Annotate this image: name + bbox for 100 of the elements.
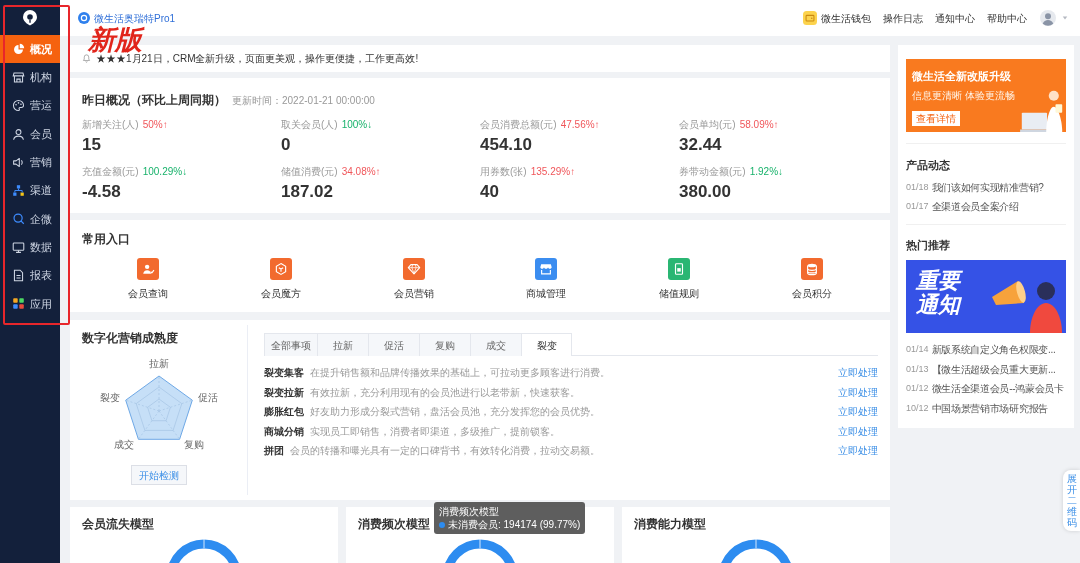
- metric-label: 会员消费总额(元): [480, 117, 557, 132]
- logo-icon: [78, 12, 90, 24]
- tab[interactable]: 复购: [419, 333, 470, 356]
- metric-change: 135.29%↑: [530, 164, 576, 179]
- action-link[interactable]: 立即处理: [838, 365, 878, 381]
- task-description: 在提升销售额和品牌传播效果的基础上，可拉动更多顾客进行消费。: [310, 366, 610, 381]
- store-icon: [12, 70, 25, 84]
- wallet-icon: [803, 11, 817, 25]
- task-name: 商城分销: [264, 424, 304, 439]
- section-title: 消费频次模型: [358, 516, 430, 533]
- news-date: 01/14: [906, 343, 929, 356]
- metric-value: 380.00: [679, 181, 731, 204]
- section-title: 热门推荐: [906, 237, 950, 253]
- news-date: 01/17: [906, 199, 929, 213]
- action-link[interactable]: 立即处理: [838, 384, 878, 400]
- axis-label: 促活: [197, 392, 218, 403]
- pie-chart-icon: [12, 42, 25, 56]
- section-title: 数字化营销成熟度: [82, 330, 178, 347]
- brand-name: 微生活奥瑞特Pro1: [94, 11, 176, 26]
- news-date: 01/18: [906, 180, 929, 194]
- nav-link[interactable]: 通知中心: [935, 10, 975, 26]
- sidebar-item[interactable]: 营销: [0, 148, 60, 177]
- action-link[interactable]: 立即处理: [838, 404, 878, 420]
- tab[interactable]: 成交: [470, 333, 521, 356]
- metric-value: 32.44: [679, 134, 722, 157]
- section-title: 消费能力模型: [634, 516, 706, 533]
- task-description: 实现员工即销售，消费者即渠道，多级推广，提前锁客。: [310, 424, 560, 439]
- sidebar-item[interactable]: 机构: [0, 63, 60, 92]
- avatar-icon[interactable]: [1040, 10, 1056, 26]
- metric-label: 新增关注(人): [82, 117, 139, 132]
- update-time: 更新时间：2022-01-21 00:00:00: [232, 93, 375, 108]
- news-date: 10/12: [906, 401, 929, 415]
- metric-value: 454.10: [480, 134, 532, 157]
- shortcut-button[interactable]: 商城管理: [526, 258, 567, 302]
- metric-change: 1.92%↓: [749, 164, 784, 179]
- logo-icon[interactable]: [22, 9, 38, 26]
- section-title: 会员流失模型: [82, 516, 154, 533]
- tab[interactable]: 裂变: [521, 333, 572, 356]
- task-name: 裂变拉新: [264, 385, 304, 400]
- task-name: 拼团: [264, 444, 284, 459]
- user-icon: [12, 127, 25, 141]
- banner-title: 微生活全新改版升级: [912, 69, 1011, 84]
- sidebar-item[interactable]: 企微: [0, 204, 60, 234]
- section-title: 昨日概况（环比上周同期）: [82, 92, 226, 109]
- search-icon: [12, 212, 25, 226]
- tab[interactable]: 促活: [368, 333, 419, 356]
- nav-link[interactable]: 微生活钱包: [803, 10, 871, 26]
- shortcut-button[interactable]: 储值规则: [659, 258, 699, 302]
- palette-icon: [12, 99, 25, 113]
- legend-dot-icon: [439, 521, 445, 528]
- sidebar-item[interactable]: 会员: [0, 119, 60, 149]
- metric-label: 取关会员(人): [281, 117, 338, 132]
- metric-value: 187.02: [281, 181, 333, 204]
- axis-label: 拉新: [148, 358, 169, 369]
- sidebar-item[interactable]: 数据: [0, 233, 60, 262]
- speaker-icon: [12, 155, 25, 169]
- metric-change: 34.08%↑: [341, 164, 381, 179]
- action-link[interactable]: 立即处理: [838, 443, 878, 459]
- metric-label: 用券数(张): [480, 164, 527, 179]
- metric-change: 100.29%↓: [142, 164, 188, 179]
- shortcut-button[interactable]: 会员积分: [791, 258, 832, 302]
- radar-area: [124, 375, 193, 440]
- news-link[interactable]: 我们该如何实现精准营销?: [931, 180, 1044, 195]
- news-link[interactable]: 微生活全渠道会员--鸿蒙会员卡: [931, 381, 1064, 397]
- tooltip-title: 消费频次模型: [439, 505, 500, 518]
- nav-link[interactable]: 帮助中心: [987, 10, 1027, 26]
- action-link[interactable]: 立即处理: [838, 423, 878, 439]
- sidebar-item[interactable]: 报表: [0, 261, 60, 290]
- task-description: 有效拉新，充分利用现有的会员池进行以老带新，快速获客。: [310, 385, 580, 400]
- tab[interactable]: 全部事项: [264, 333, 317, 356]
- metric-label: 充值金额(元): [82, 164, 139, 179]
- news-link[interactable]: 新版系统自定义角色权限变...: [931, 342, 1056, 358]
- metric-label: 储值消费(元): [281, 164, 338, 179]
- news-date: 01/13: [906, 362, 929, 376]
- metric-change: 47.56%↑: [560, 117, 600, 132]
- metric-value: 0: [281, 134, 291, 157]
- tab[interactable]: 拉新: [317, 333, 368, 356]
- bell-icon: [82, 54, 91, 63]
- metric-change: 100%↓: [341, 117, 373, 132]
- axis-label: 裂变: [99, 392, 120, 403]
- monitor-icon: [12, 240, 25, 254]
- metric-value: 40: [480, 181, 499, 204]
- metric-value: -4.58: [82, 181, 121, 204]
- sidebar-item[interactable]: 营运: [0, 91, 60, 120]
- shortcut-button[interactable]: 会员查询: [128, 258, 169, 302]
- news-link[interactable]: 全渠道会员全案介绍: [931, 199, 1019, 214]
- caret-icon[interactable]: [1062, 15, 1068, 21]
- banner-subtitle: 信息更清晰 体验更流畅: [912, 88, 1015, 103]
- sidebar-item[interactable]: 应用: [0, 289, 60, 318]
- nav-link[interactable]: 操作日志: [883, 10, 923, 26]
- news-date: 01/12: [906, 382, 929, 395]
- metric-change: 58.09%↑: [739, 117, 779, 132]
- news-link[interactable]: 【微生活超级会员重大更新...: [931, 361, 1056, 377]
- metric-label: 券带动金额(元): [679, 164, 746, 179]
- news-link[interactable]: 中国场景营销市场研究报告: [931, 400, 1048, 416]
- shortcut-button[interactable]: 会员魔方: [261, 258, 301, 302]
- qr-toggle-tab[interactable]: 展开二维码: [1063, 470, 1080, 531]
- sidebar-item[interactable]: 渠道: [0, 176, 60, 205]
- shortcut-button[interactable]: 会员营销: [393, 258, 434, 302]
- section-title: 常用入口: [82, 231, 130, 248]
